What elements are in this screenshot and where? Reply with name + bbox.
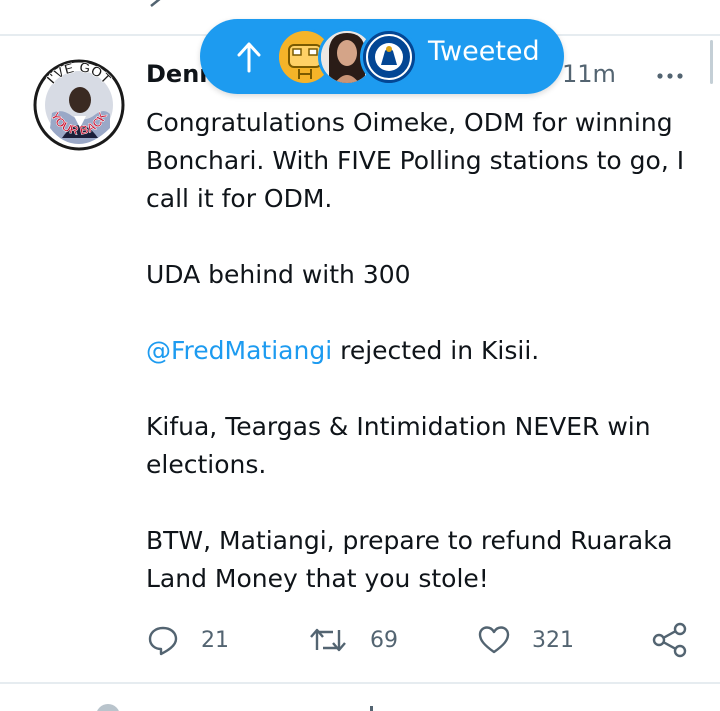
next-tweet-peek-mark — [370, 706, 373, 711]
arrow-up-icon — [237, 42, 261, 73]
tweet-timestamp[interactable]: 11m — [562, 60, 616, 88]
reply-icon — [148, 626, 178, 656]
like-count: 321 — [532, 627, 574, 653]
retweet-icon[interactable] — [322, 0, 352, 12]
retweet-button[interactable]: 69 — [308, 620, 398, 660]
share-icon — [652, 622, 687, 658]
next-tweet-avatar-peek — [96, 704, 120, 711]
tweet-body: Congratulations Oimeke, ODM for winning … — [146, 104, 696, 598]
mention-followup-text: rejected in Kisii. — [340, 336, 540, 365]
like-button[interactable]: 321 — [478, 620, 574, 660]
heart-icon[interactable] — [481, 0, 511, 12]
tweet-paragraph: @FredMatiangi rejected in Kisii. — [146, 332, 696, 370]
previous-tweet-actions — [0, 0, 720, 14]
heart-icon — [478, 626, 510, 654]
scrollbar[interactable] — [710, 40, 713, 84]
toast-avatar-stack — [276, 28, 420, 86]
tweet-paragraph: Kifua, Teargas & Intimidation NEVER win … — [146, 412, 651, 479]
toast-label: Tweeted — [428, 36, 540, 67]
reply-count: 21 — [201, 627, 229, 653]
tweet-paragraph: Congratulations Oimeke, ODM for winning … — [146, 108, 685, 213]
new-tweets-toast[interactable]: Tweeted — [200, 19, 564, 94]
author-avatar[interactable]: I'VE GOT YOUR BACK — [32, 58, 126, 152]
retweet-count: 69 — [370, 627, 398, 653]
tweet-actions: 21 69 321 — [0, 620, 720, 660]
more-options-icon[interactable] — [652, 64, 688, 88]
share-button[interactable] — [652, 620, 688, 660]
share-icon[interactable] — [670, 0, 690, 12]
tweet-paragraph: UDA behind with 300 — [146, 260, 411, 289]
tweet-divider-bottom — [0, 682, 720, 684]
retweet-icon — [310, 628, 346, 652]
reply-button[interactable]: 21 — [147, 620, 229, 660]
tweet-paragraph: BTW, Matiangi, prepare to refund Ruaraka… — [146, 526, 673, 593]
mention-link[interactable]: @FredMatiangi — [146, 336, 332, 365]
chelsea-crest-avatar — [360, 28, 418, 86]
reply-icon[interactable] — [148, 0, 178, 12]
